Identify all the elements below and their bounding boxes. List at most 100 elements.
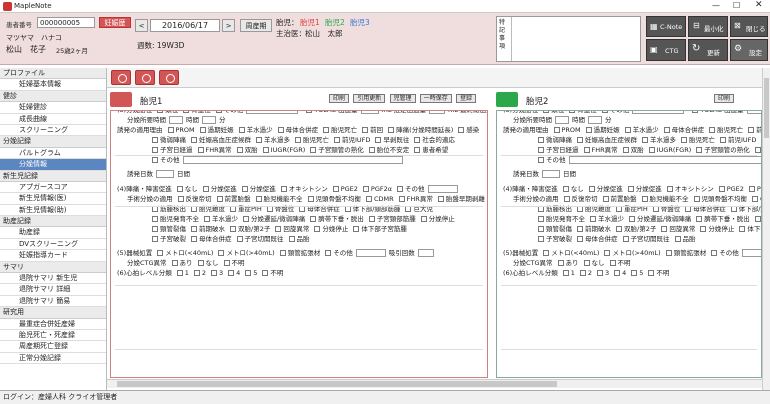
arrest-weak-checkbox[interactable]: [629, 216, 635, 222]
device-other-checkbox[interactable]: [711, 250, 718, 256]
arrest2-checkbox[interactable]: [700, 226, 707, 232]
est-loss-input[interactable]: [429, 111, 446, 114]
metro-lt40-checkbox[interactable]: [157, 250, 164, 256]
oligohydramnios-checkbox[interactable]: [624, 127, 631, 133]
sidebar-item[interactable]: DVスクリーニング: [0, 238, 106, 251]
induction-other-checkbox[interactable]: [152, 157, 158, 163]
sidebar-item[interactable]: 退院サマリ 簡易: [0, 295, 106, 308]
postterm-checkbox[interactable]: [585, 127, 592, 133]
augment-other-input[interactable]: [427, 185, 458, 193]
cervical-ripening-checkbox[interactable]: [310, 147, 317, 153]
twins-checkbox[interactable]: [622, 147, 629, 153]
previous-checkbox[interactable]: [362, 127, 369, 133]
arrest-weak-checkbox[interactable]: [243, 216, 249, 222]
fetus1-print-button[interactable]: 印刷: [329, 94, 350, 103]
maternal-comp3-checkbox[interactable]: [577, 236, 583, 242]
twins-checkbox[interactable]: [236, 147, 243, 153]
fetal-death-checkbox[interactable]: [323, 127, 330, 133]
polyhydramnios-checkbox[interactable]: [642, 137, 648, 143]
pgf2a-checkbox[interactable]: [748, 186, 755, 192]
minimize-button[interactable]: ⊟ 最小化: [688, 16, 728, 37]
metro-gt40-checkbox[interactable]: [604, 250, 611, 256]
augment2-checkbox[interactable]: [627, 186, 634, 192]
cpd-checkbox[interactable]: [693, 196, 700, 202]
ctg-yes-checkbox[interactable]: [171, 260, 178, 266]
twin-second-checkbox[interactable]: [230, 226, 236, 232]
breech-checkbox[interactable]: [569, 111, 576, 113]
position-other-input[interactable]: [632, 111, 685, 114]
cpd-checkbox[interactable]: [307, 196, 314, 202]
uterine-incision-hx-checkbox[interactable]: [236, 236, 243, 242]
induction-other-checkbox[interactable]: [538, 157, 544, 163]
maternal-comp-checkbox[interactable]: [663, 127, 670, 133]
cdmr-checkbox[interactable]: [752, 196, 758, 202]
unstable-lie-checkbox[interactable]: [754, 147, 761, 153]
fhr-abnormal-checkbox[interactable]: [197, 147, 204, 153]
previa-checkbox[interactable]: [216, 196, 223, 202]
arrest2-checkbox[interactable]: [314, 226, 321, 232]
cervical-myoma-checkbox[interactable]: [368, 216, 375, 222]
cord-prolapse-checkbox[interactable]: [696, 216, 703, 222]
lower-myoma2-checkbox[interactable]: [353, 226, 360, 232]
labor-min-input[interactable]: [588, 116, 602, 124]
tolac-checkbox[interactable]: [306, 111, 313, 113]
ctg-yes-checkbox[interactable]: [557, 260, 564, 266]
cnote-button[interactable]: ▦ C-Note: [646, 16, 686, 37]
repeat-cs-checkbox[interactable]: [177, 196, 184, 202]
sidebar-item[interactable]: 周産期死亡登録: [0, 341, 106, 353]
social-checkbox[interactable]: [414, 137, 421, 143]
pge2-checkbox[interactable]: [332, 186, 339, 192]
vacuum-count-input[interactable]: [417, 249, 434, 257]
weak-labor-checkbox[interactable]: [538, 137, 544, 143]
patient-request-checkbox[interactable]: [414, 147, 421, 153]
level1-checkbox[interactable]: [562, 270, 569, 276]
vertex-checkbox[interactable]: [543, 111, 550, 113]
metro-lt40-checkbox[interactable]: [543, 250, 550, 256]
date-next-button[interactable]: >: [222, 19, 235, 32]
sidebar-item[interactable]: パルトグラム: [0, 147, 106, 160]
ctg-unknown-checkbox[interactable]: [223, 260, 230, 266]
cervical-dilator-checkbox[interactable]: [279, 250, 286, 256]
pih-checkbox[interactable]: [191, 137, 197, 143]
induction-days-input[interactable]: [156, 170, 174, 178]
blood-loss-input[interactable]: [746, 111, 761, 114]
sidebar-item[interactable]: 成長曲線: [0, 113, 106, 125]
level3-checkbox[interactable]: [597, 270, 603, 276]
sidebar-item[interactable]: スクリーニング: [0, 124, 106, 137]
unstable-lie-checkbox[interactable]: [368, 147, 375, 153]
ctg-no-checkbox[interactable]: [583, 260, 590, 266]
repeat-cs-checkbox[interactable]: [563, 196, 570, 202]
tab-fetus2-icon[interactable]: [135, 70, 155, 85]
sidebar-item[interactable]: 退院サマリ 詳細: [0, 284, 106, 296]
ctg-unknown-checkbox[interactable]: [609, 260, 616, 266]
malrotation-checkbox[interactable]: [275, 226, 282, 232]
device-other-input[interactable]: [741, 249, 761, 257]
perinatal-button[interactable]: 周産期: [240, 19, 272, 32]
polyhydramnios-checkbox[interactable]: [256, 137, 262, 143]
pregnancy-history-button[interactable]: 妊娠歴: [99, 17, 131, 28]
sidebar-item[interactable]: 新生児情報(助): [0, 204, 106, 217]
no-augment-checkbox[interactable]: [176, 186, 183, 192]
sidebar-item[interactable]: 退院サマリ 新生児: [0, 273, 106, 285]
cervical-tear-checkbox[interactable]: [152, 226, 158, 232]
triplets-checkbox[interactable]: [674, 236, 681, 242]
cord-prolapse-checkbox[interactable]: [310, 216, 317, 222]
sidebar-item[interactable]: アプガースコア: [0, 181, 106, 194]
sidebar-item[interactable]: 妊婦基本情報: [0, 79, 106, 91]
tab-fetus3-icon[interactable]: [159, 70, 179, 85]
close-button[interactable]: ⊠ 閉じる: [730, 16, 768, 37]
level-unknown-checkbox[interactable]: [262, 270, 269, 276]
oligohydramnios-checkbox[interactable]: [238, 127, 245, 133]
augment-checkbox[interactable]: [588, 186, 595, 192]
iugr-checkbox[interactable]: [648, 147, 655, 153]
level5-checkbox[interactable]: [631, 270, 638, 276]
window-maximize-icon[interactable]: ☐: [733, 1, 740, 10]
cervical-ripening-checkbox[interactable]: [696, 147, 703, 153]
maternal-comp-checkbox[interactable]: [277, 127, 284, 133]
fetus3-link[interactable]: 胎児3: [350, 17, 370, 28]
labor-hours-input[interactable]: [169, 116, 183, 124]
vertical-scroll-thumb[interactable]: [764, 78, 769, 138]
abruption-checkbox[interactable]: [437, 196, 444, 202]
postterm-checkbox[interactable]: [199, 127, 206, 133]
fgr-checkbox[interactable]: [152, 216, 158, 222]
